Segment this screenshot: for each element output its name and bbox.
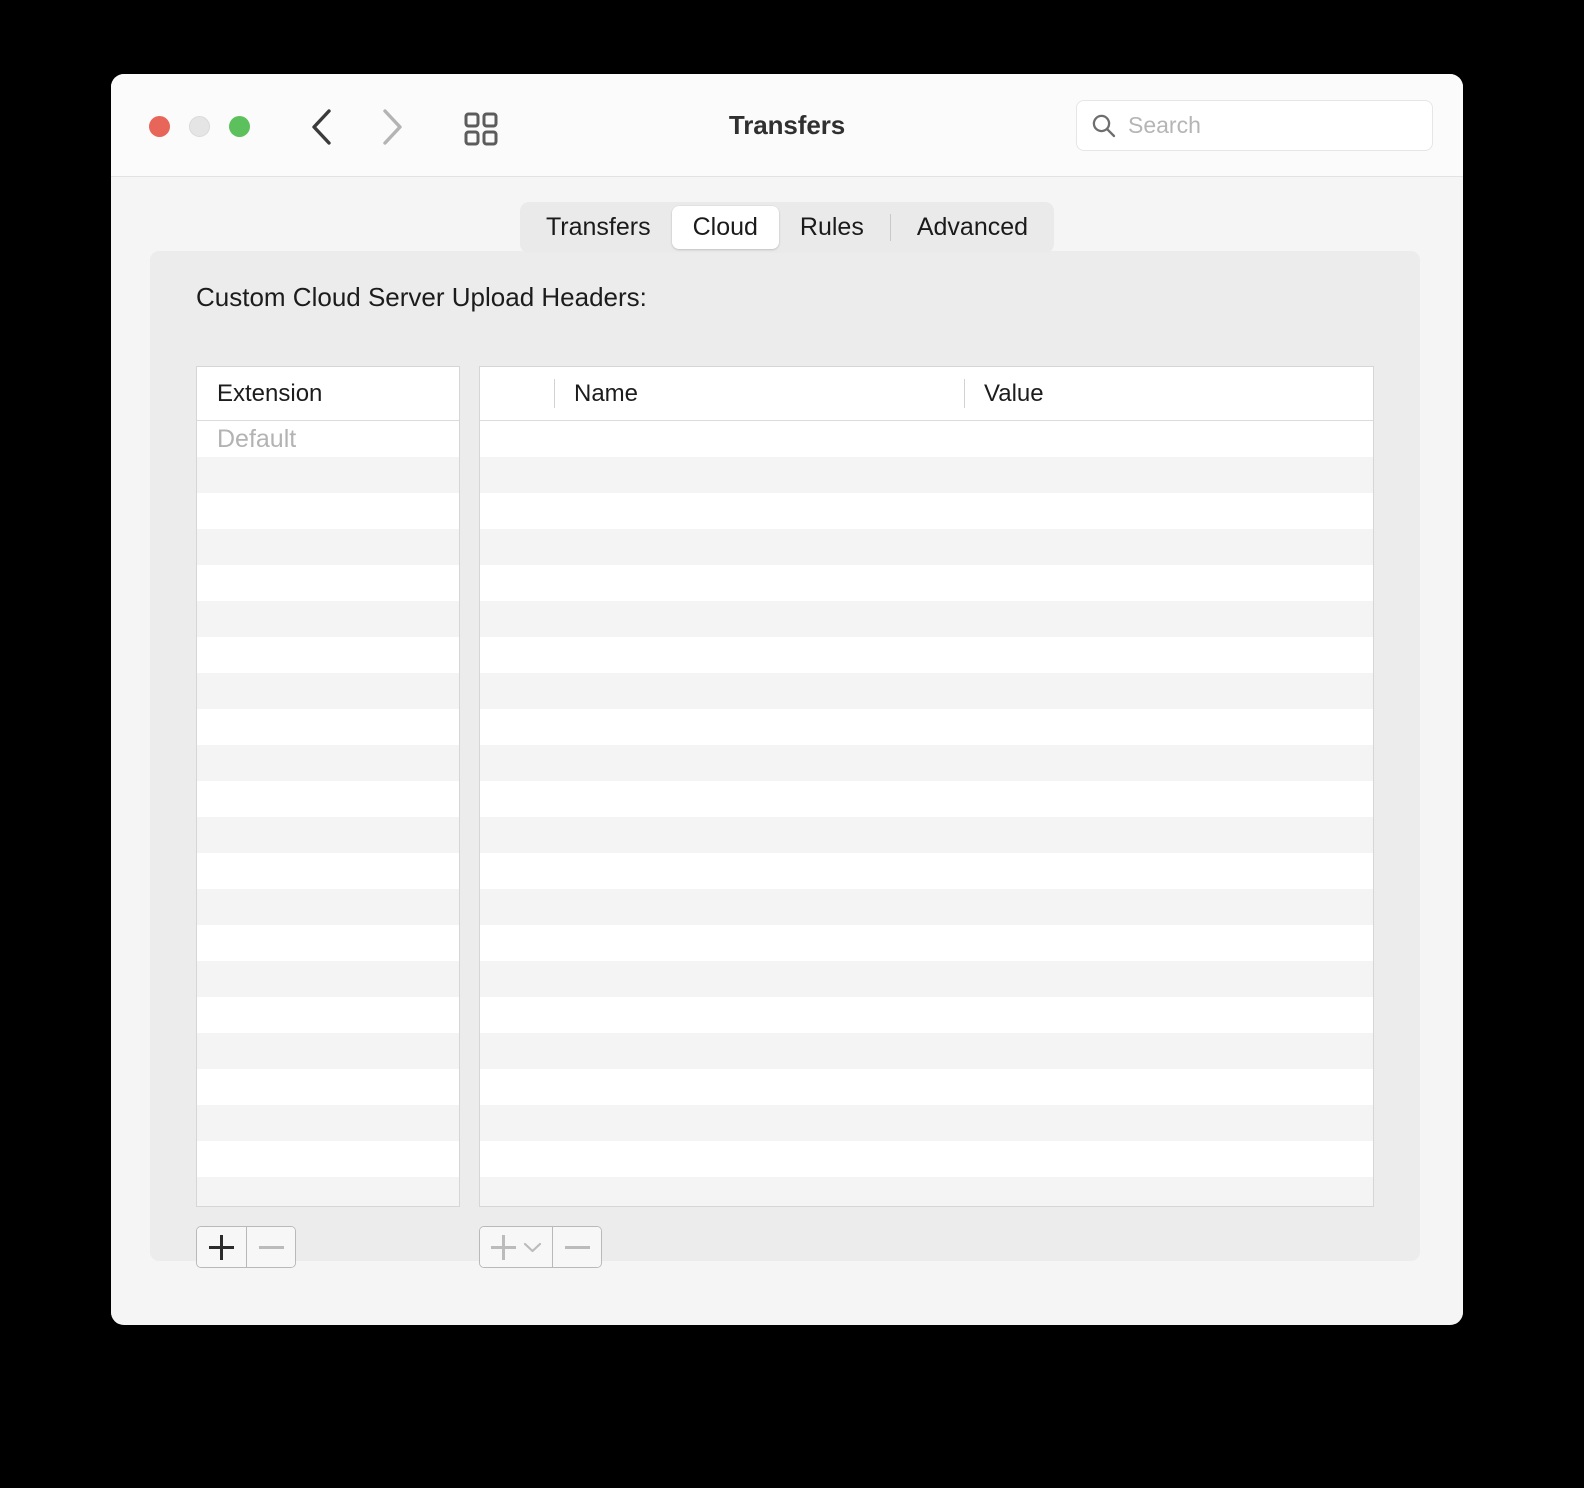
minus-icon bbox=[258, 1245, 284, 1249]
table-row[interactable] bbox=[197, 565, 459, 601]
table-row[interactable] bbox=[480, 601, 1373, 637]
footer-buttons bbox=[196, 1226, 1374, 1272]
table-row[interactable] bbox=[197, 1105, 459, 1141]
window-content: Transfers Cloud Rules Advanced Custom Cl… bbox=[111, 177, 1463, 1324]
search-icon bbox=[1092, 114, 1116, 138]
table-row[interactable] bbox=[480, 673, 1373, 709]
column-header-blank bbox=[480, 367, 554, 420]
table-row[interactable] bbox=[197, 889, 459, 925]
table-row[interactable] bbox=[480, 925, 1373, 961]
table-row[interactable] bbox=[197, 1069, 459, 1105]
tab-separator bbox=[889, 214, 891, 241]
table-row[interactable] bbox=[480, 457, 1373, 493]
table-row[interactable] bbox=[197, 817, 459, 853]
table-row[interactable] bbox=[197, 1177, 459, 1206]
table-row[interactable] bbox=[480, 781, 1373, 817]
tab-rules[interactable]: Rules bbox=[779, 206, 885, 249]
table-row[interactable] bbox=[197, 1033, 459, 1069]
table-row[interactable] bbox=[480, 1033, 1373, 1069]
plus-icon bbox=[490, 1234, 516, 1260]
table-row[interactable] bbox=[480, 709, 1373, 745]
plus-icon bbox=[209, 1234, 234, 1260]
table-row[interactable] bbox=[197, 493, 459, 529]
tables-container: Extension Default Name Value bbox=[196, 366, 1374, 1261]
window-titlebar: Transfers Search bbox=[111, 74, 1463, 177]
add-header-button[interactable] bbox=[480, 1227, 552, 1267]
table-row[interactable] bbox=[480, 529, 1373, 565]
table-row[interactable] bbox=[480, 961, 1373, 997]
table-row[interactable] bbox=[197, 601, 459, 637]
headers-table-header: Name Value bbox=[480, 367, 1373, 421]
table-row[interactable] bbox=[480, 997, 1373, 1033]
table-row[interactable] bbox=[197, 673, 459, 709]
table-row[interactable] bbox=[480, 421, 1373, 457]
column-header-extension[interactable]: Extension bbox=[197, 367, 322, 420]
table-row[interactable] bbox=[480, 853, 1373, 889]
minus-icon bbox=[564, 1245, 590, 1249]
chevron-down-icon bbox=[523, 1242, 541, 1252]
table-row[interactable] bbox=[197, 853, 459, 889]
table-row[interactable] bbox=[480, 637, 1373, 673]
table-row[interactable] bbox=[197, 457, 459, 493]
extensions-table[interactable]: Extension Default bbox=[196, 366, 460, 1207]
table-row[interactable] bbox=[197, 961, 459, 997]
table-row[interactable] bbox=[197, 925, 459, 961]
preferences-window: Transfers Search Transfers Cloud Rules A… bbox=[111, 74, 1463, 1325]
tab-bar-container: Transfers Cloud Rules Advanced bbox=[111, 202, 1463, 253]
table-row[interactable] bbox=[197, 781, 459, 817]
search-field[interactable]: Search bbox=[1076, 100, 1433, 151]
search-placeholder: Search bbox=[1128, 112, 1201, 138]
column-header-name[interactable]: Name bbox=[554, 367, 964, 420]
table-row[interactable] bbox=[197, 745, 459, 781]
add-extension-button[interactable] bbox=[197, 1227, 246, 1267]
table-row[interactable] bbox=[480, 1141, 1373, 1177]
table-row[interactable] bbox=[197, 1141, 459, 1177]
table-row[interactable] bbox=[480, 817, 1373, 853]
table-row[interactable] bbox=[197, 709, 459, 745]
remove-extension-button[interactable] bbox=[246, 1227, 295, 1267]
tab-cloud[interactable]: Cloud bbox=[671, 206, 779, 249]
headers-button-group bbox=[479, 1226, 602, 1268]
table-row[interactable] bbox=[480, 889, 1373, 925]
extensions-table-body[interactable]: Default bbox=[197, 421, 459, 1206]
headers-table[interactable]: Name Value bbox=[479, 366, 1374, 1207]
table-row[interactable] bbox=[480, 565, 1373, 601]
table-row[interactable]: Default bbox=[197, 421, 459, 457]
table-row[interactable] bbox=[197, 529, 459, 565]
settings-panel: Custom Cloud Server Upload Headers: Exte… bbox=[150, 251, 1420, 1268]
tab-transfers[interactable]: Transfers bbox=[525, 206, 672, 249]
tab-advanced[interactable]: Advanced bbox=[896, 206, 1049, 249]
panel-title: Custom Cloud Server Upload Headers: bbox=[196, 282, 647, 312]
table-row[interactable] bbox=[480, 493, 1373, 529]
extension-cell: Default bbox=[217, 425, 297, 453]
extensions-button-group bbox=[196, 1226, 296, 1268]
table-row[interactable] bbox=[480, 1177, 1373, 1206]
table-row[interactable] bbox=[197, 997, 459, 1033]
column-header-value[interactable]: Value bbox=[964, 367, 1373, 420]
table-row[interactable] bbox=[197, 637, 459, 673]
extensions-table-header: Extension bbox=[197, 367, 459, 421]
remove-header-button[interactable] bbox=[552, 1227, 601, 1267]
table-row[interactable] bbox=[480, 745, 1373, 781]
table-row[interactable] bbox=[480, 1069, 1373, 1105]
table-row[interactable] bbox=[480, 1105, 1373, 1141]
tab-bar: Transfers Cloud Rules Advanced bbox=[519, 202, 1055, 253]
headers-table-body[interactable] bbox=[480, 421, 1373, 1206]
